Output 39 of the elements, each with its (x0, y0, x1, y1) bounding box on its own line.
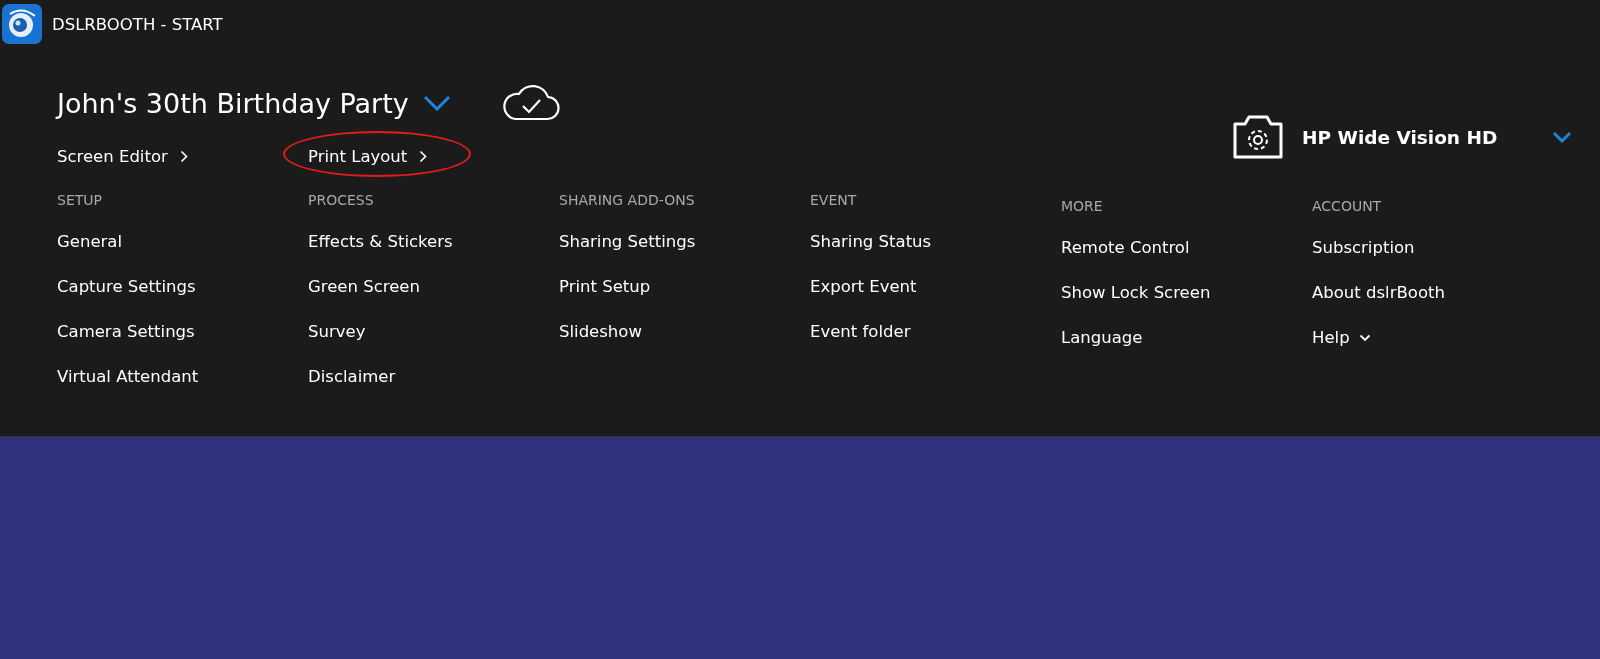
menu-item[interactable]: Capture Settings (57, 276, 196, 297)
menu-item[interactable]: Language (1061, 327, 1143, 348)
chevron-down-icon (1358, 333, 1371, 342)
event-dropdown[interactable]: John's 30th Birthday Party (57, 87, 451, 119)
menu-item[interactable]: General (57, 231, 123, 252)
section-heading: SHARING ADD-ONS (559, 192, 695, 210)
menu-item[interactable]: Survey (308, 321, 366, 342)
menu-item[interactable]: Green Screen (308, 276, 420, 297)
nav-link[interactable]: Screen Editor (57, 144, 188, 168)
menu-item[interactable]: About dslrBooth (1312, 282, 1445, 303)
chevron-down-icon (1552, 131, 1572, 143)
menu-item[interactable]: Export Event (810, 276, 917, 297)
chevron-right-icon (179, 149, 188, 163)
section-heading: ACCOUNT (1312, 198, 1382, 216)
menu-item[interactable]: Show Lock Screen (1061, 282, 1211, 303)
menu-item[interactable]: Virtual Attendant (57, 366, 199, 387)
chevron-down-icon (422, 95, 451, 111)
menu-item[interactable]: Disclaimer (308, 366, 396, 387)
menu-item[interactable]: Event folder (810, 321, 911, 342)
menu-item[interactable]: Sharing Status (810, 231, 932, 252)
app-logo-icon (2, 4, 42, 44)
section-heading: EVENT (810, 192, 857, 210)
section-heading: PROCESS (308, 192, 374, 210)
menu-item[interactable]: Camera Settings (57, 321, 195, 342)
menu-item[interactable]: Effects & Stickers (308, 231, 453, 252)
cloud-check-icon[interactable] (500, 84, 561, 122)
camera-settings-icon (1232, 114, 1284, 160)
camera-dropdown[interactable]: HP Wide Vision HD (1232, 114, 1572, 160)
window-title: DSLRBOOTH - START (52, 14, 223, 34)
chevron-right-icon (419, 149, 428, 163)
menu-item[interactable]: Remote Control (1061, 237, 1190, 258)
section-heading: MORE (1061, 198, 1103, 216)
nav-link[interactable]: Print Layout (308, 144, 428, 168)
section-heading: SETUP (57, 192, 102, 210)
menu-item[interactable]: Subscription (1312, 237, 1415, 258)
menu-item[interactable]: Sharing Settings (559, 231, 696, 252)
help-dropdown[interactable]: Help (1312, 327, 1371, 348)
menu-item[interactable]: Print Setup (559, 276, 651, 297)
menu-item[interactable]: Slideshow (559, 321, 642, 342)
